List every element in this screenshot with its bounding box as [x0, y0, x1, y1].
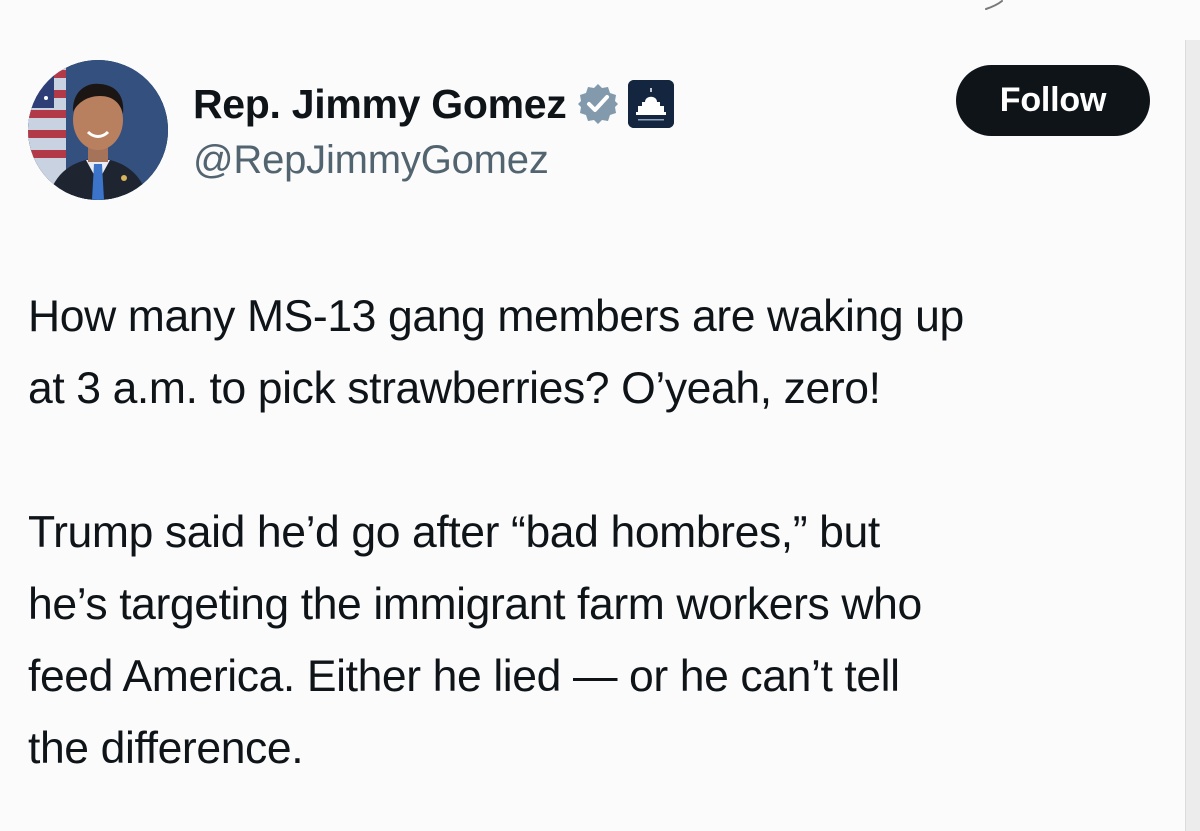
- scroll-indicator-icon: [985, 0, 1003, 10]
- display-name[interactable]: Rep. Jimmy Gomez: [193, 81, 567, 128]
- house-democrats-capitol-icon[interactable]: [628, 80, 675, 128]
- scrollbar[interactable]: [1185, 40, 1200, 831]
- tweet-paragraph-1: How many MS-13 gang members are waking u…: [28, 292, 964, 413]
- tweet-text: How many MS-13 gang members are waking u…: [28, 281, 1178, 785]
- tweet-page: Rep. Jimmy Gomez @RepJimmyGomez Follow H…: [0, 0, 1200, 831]
- user-handle[interactable]: @RepJimmyGomez: [193, 138, 549, 183]
- tweet-paragraph-2: Trump said he’d go after “bad hombres,” …: [28, 508, 922, 773]
- author-info: Rep. Jimmy Gomez: [193, 74, 675, 134]
- avatar[interactable]: [28, 60, 168, 200]
- follow-button[interactable]: Follow: [956, 65, 1150, 136]
- verified-badge-icon[interactable]: [576, 82, 620, 126]
